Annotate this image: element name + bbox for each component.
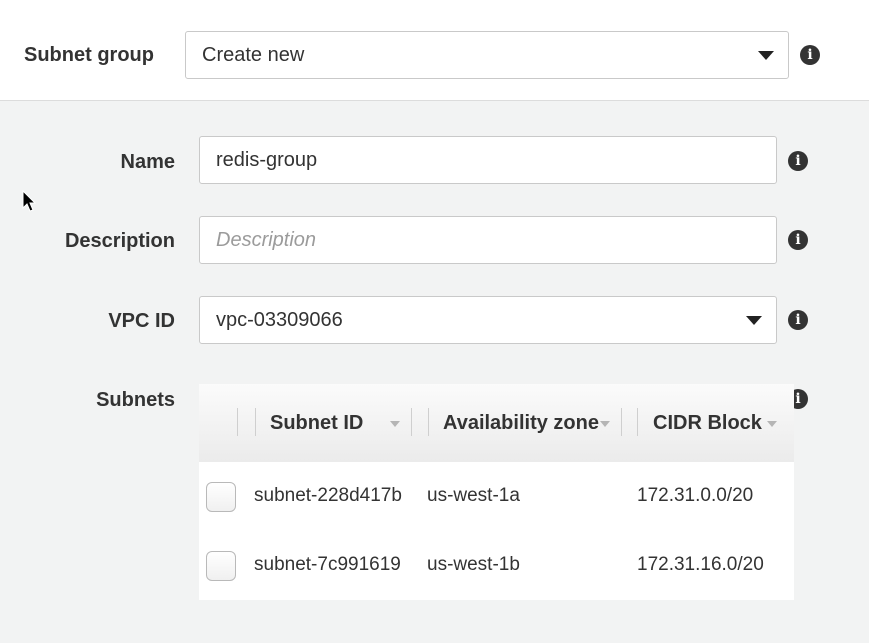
sort-icon[interactable] xyxy=(600,421,610,427)
subnet-group-select[interactable]: Create new xyxy=(185,31,789,79)
column-divider xyxy=(411,408,412,436)
column-header-availability-zone[interactable]: Availability zone xyxy=(443,411,599,435)
description-label: Description xyxy=(64,230,175,252)
vpc-id-select[interactable]: vpc-03309066 xyxy=(199,296,777,344)
cidr-block-cell: 172.31.16.0/20 xyxy=(637,554,764,575)
column-divider xyxy=(255,408,256,436)
subnet-group-select-value: Create new xyxy=(202,44,305,66)
vpc-info-icon[interactable]: i xyxy=(788,310,808,330)
description-input[interactable]: Description xyxy=(199,216,777,264)
info-icon[interactable]: i xyxy=(800,45,820,65)
subnet-id-cell: subnet-228d417b xyxy=(254,485,402,506)
column-divider xyxy=(621,408,622,436)
description-info-icon[interactable]: i xyxy=(788,230,808,250)
table-row[interactable]: subnet-228d417b us-west-1a 172.31.0.0/20 xyxy=(199,462,794,532)
vpc-id-select-value: vpc-03309066 xyxy=(216,309,343,331)
vpc-id-label: VPC ID xyxy=(108,310,175,332)
column-divider xyxy=(237,408,238,436)
subnets-table-header: Subnet ID Availability zone CIDR Block xyxy=(199,384,794,463)
name-label: Name xyxy=(120,151,175,173)
availability-zone-cell: us-west-1b xyxy=(427,554,520,575)
subnet-group-label: Subnet group xyxy=(24,44,154,66)
subnets-table: Subnet ID Availability zone CIDR Block s… xyxy=(199,384,794,600)
description-placeholder: Description xyxy=(216,229,317,251)
mouse-pointer-icon xyxy=(22,190,37,212)
column-divider xyxy=(428,408,429,436)
cidr-block-cell: 172.31.0.0/20 xyxy=(637,485,754,506)
chevron-down-icon xyxy=(758,51,774,60)
subnets-label: Subnets xyxy=(96,389,175,411)
row-checkbox[interactable] xyxy=(206,551,236,581)
name-info-icon[interactable]: i xyxy=(788,151,808,171)
sort-icon[interactable] xyxy=(390,421,400,427)
subnet-id-cell: subnet-7c991619 xyxy=(254,554,401,575)
sort-icon[interactable] xyxy=(767,421,777,427)
availability-zone-cell: us-west-1a xyxy=(427,485,520,506)
column-header-cidr-block[interactable]: CIDR Block xyxy=(653,411,762,435)
column-divider xyxy=(637,408,638,436)
name-input[interactable]: redis-group xyxy=(199,136,777,184)
subnet-group-section: Subnet group Create new i xyxy=(0,0,869,101)
subnet-group-form: Subnet group Create new i Name redis-gro… xyxy=(0,0,869,643)
column-header-subnet-id[interactable]: Subnet ID xyxy=(270,411,363,435)
name-input-value: redis-group xyxy=(216,149,318,171)
table-row[interactable]: subnet-7c991619 us-west-1b 172.31.16.0/2… xyxy=(199,531,794,600)
row-checkbox[interactable] xyxy=(206,482,236,512)
chevron-down-icon xyxy=(746,316,762,325)
